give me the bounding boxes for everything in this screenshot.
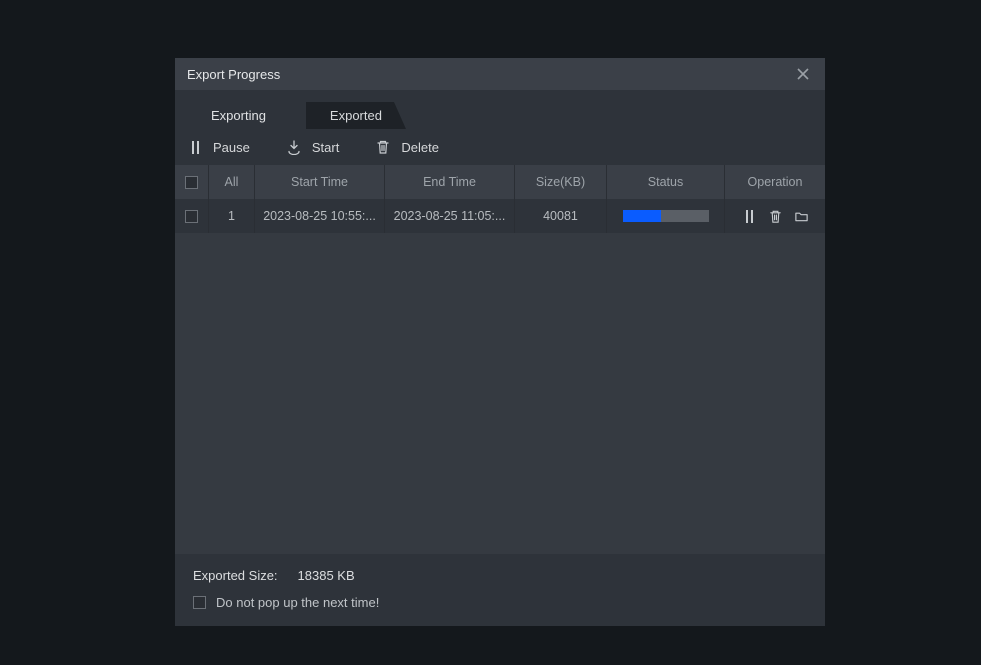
download-icon [286, 139, 302, 155]
row-operations [725, 199, 825, 233]
row-checkbox-cell [175, 199, 209, 233]
row-pause-button[interactable] [741, 208, 757, 224]
close-button[interactable] [793, 64, 813, 84]
row-size: 40081 [515, 199, 607, 233]
popup-label: Do not pop up the next time! [216, 595, 379, 610]
dialog-title: Export Progress [187, 67, 280, 82]
progress-fill [623, 210, 662, 222]
popup-option: Do not pop up the next time! [193, 595, 807, 610]
pause-button[interactable]: Pause [187, 139, 250, 155]
table-row: 1 2023-08-25 10:55:... 2023-08-25 11:05:… [175, 199, 825, 233]
header-start-time: Start Time [255, 165, 385, 199]
pause-icon [187, 139, 203, 155]
row-start-time: 2023-08-25 10:55:... [255, 199, 385, 233]
toolbar: Pause Start Delete [175, 129, 825, 165]
pause-label: Pause [213, 140, 250, 155]
tab-exported[interactable]: Exported [306, 102, 406, 129]
select-all-checkbox[interactable] [185, 176, 198, 189]
tab-exporting[interactable]: Exporting [191, 102, 286, 129]
table-header: All Start Time End Time Size(KB) Status … [175, 165, 825, 199]
close-icon [796, 67, 810, 81]
row-folder-button[interactable] [793, 208, 809, 224]
header-end-time: End Time [385, 165, 515, 199]
row-index: 1 [209, 199, 255, 233]
trash-icon [375, 139, 391, 155]
start-button[interactable]: Start [286, 139, 339, 155]
row-end-time: 2023-08-25 11:05:... [385, 199, 515, 233]
row-status [607, 199, 725, 233]
row-delete-button[interactable] [767, 208, 783, 224]
folder-icon [794, 209, 809, 224]
titlebar: Export Progress [175, 58, 825, 90]
exported-size-line: Exported Size: 18385 KB [193, 568, 807, 583]
progress-bar [623, 210, 709, 222]
tabs: Exporting Exported [175, 90, 825, 129]
header-checkbox-cell [175, 165, 209, 199]
popup-checkbox[interactable] [193, 596, 206, 609]
pause-icon [746, 210, 753, 223]
header-all: All [209, 165, 255, 199]
trash-icon [768, 209, 783, 224]
export-progress-dialog: Export Progress Exporting Exported Pause… [175, 58, 825, 626]
row-checkbox[interactable] [185, 210, 198, 223]
header-operation: Operation [725, 165, 825, 199]
table-empty-area [175, 233, 825, 554]
exported-size-value: 18385 KB [298, 568, 355, 583]
footer: Exported Size: 18385 KB Do not pop up th… [175, 554, 825, 626]
delete-button[interactable]: Delete [375, 139, 439, 155]
delete-label: Delete [401, 140, 439, 155]
header-size: Size(KB) [515, 165, 607, 199]
header-status: Status [607, 165, 725, 199]
export-table: All Start Time End Time Size(KB) Status … [175, 165, 825, 233]
start-label: Start [312, 140, 339, 155]
exported-size-label: Exported Size: [193, 568, 278, 583]
